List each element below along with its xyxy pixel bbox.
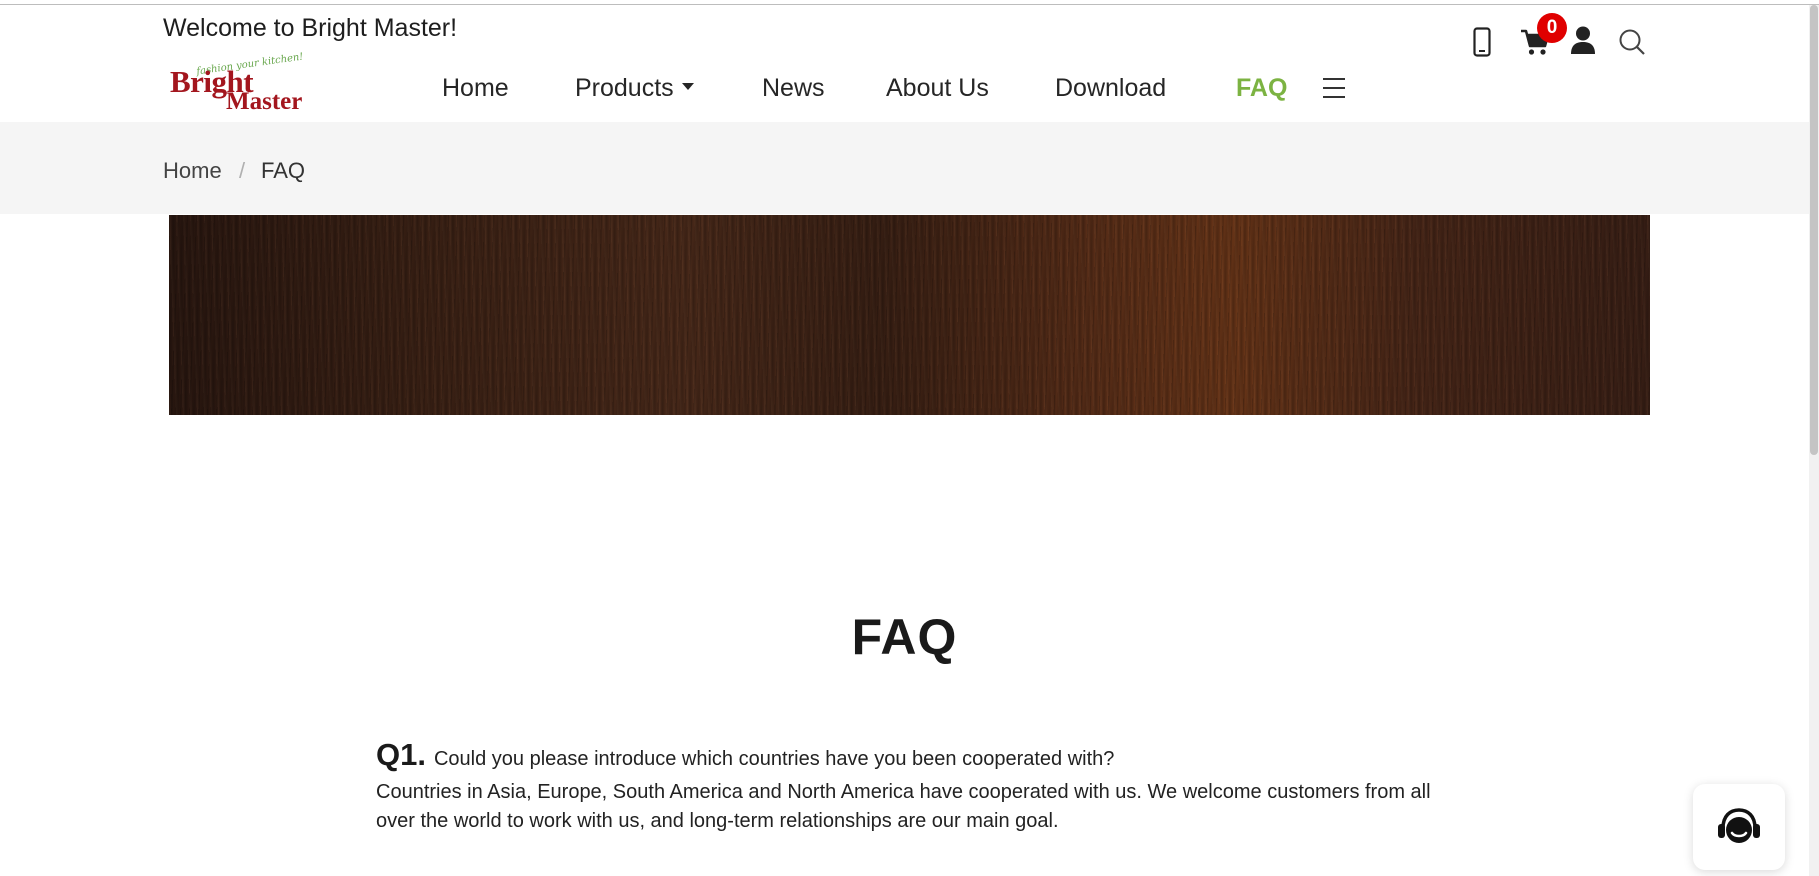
faq-answer-text: Countries in Asia, Europe, South America… (376, 781, 1431, 832)
headset-icon (1718, 808, 1760, 843)
scrollbar-thumb[interactable] (1810, 5, 1818, 455)
nav-item-faq[interactable]: FAQ (1236, 74, 1287, 103)
faq-question-text: Could you please introduce which countri… (433, 748, 1115, 770)
logo-text-master: Master (226, 88, 303, 115)
cart-count-badge: 0 (1537, 13, 1567, 43)
page-scrollbar[interactable] (1809, 5, 1819, 876)
nav-item-home[interactable]: Home (442, 74, 509, 103)
phone-icon[interactable] (1470, 24, 1494, 60)
nav-item-products[interactable]: Products (575, 74, 694, 103)
breadcrumb-home-link[interactable]: Home (163, 158, 222, 184)
hamburger-menu-icon[interactable] (1323, 78, 1345, 100)
faq-question-number: Q1. (376, 737, 426, 772)
customer-support-chat-button[interactable] (1693, 784, 1785, 870)
caret-down-icon (681, 82, 694, 90)
page-title: FAQ (851, 609, 958, 665)
nav-item-download[interactable]: Download (1055, 74, 1166, 103)
nav-item-news[interactable]: News (762, 74, 825, 103)
search-icon[interactable] (1617, 24, 1647, 60)
user-icon[interactable] (1568, 22, 1598, 58)
breadcrumb-current: FAQ (261, 158, 306, 183)
window-top-border (0, 0, 1819, 5)
nav-item-about-us[interactable]: About Us (886, 74, 989, 103)
bright-master-logo[interactable]: fashion your kitchen! Bright Master (168, 52, 318, 118)
nav-item-products-label: Products (575, 74, 674, 102)
faq-question: Q1. Could you please introduce which coun… (376, 737, 1114, 773)
welcome-message: Welcome to Bright Master! (163, 14, 458, 42)
breadcrumb-separator: / (239, 158, 246, 183)
wood-texture-banner (169, 215, 1650, 415)
